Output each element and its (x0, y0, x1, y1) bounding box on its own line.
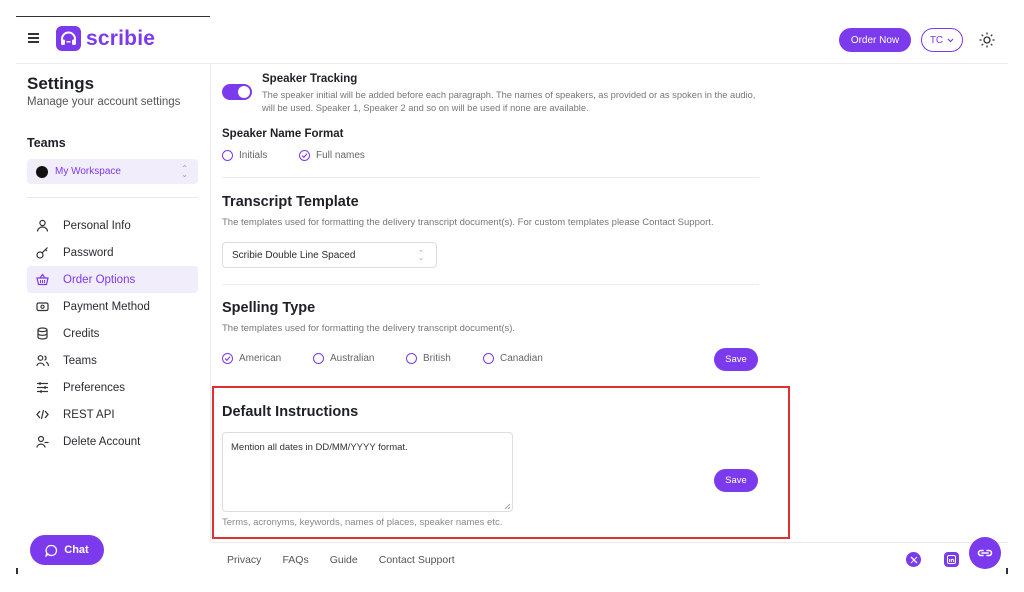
check-icon (224, 356, 231, 362)
teams-heading: Teams (27, 136, 66, 150)
radio-label: Australian (330, 353, 375, 364)
template-select-value: Scribie Double Line Spaced (232, 249, 356, 261)
page-title: Settings (27, 74, 95, 93)
sidebar-item-label: Preferences (63, 381, 126, 394)
radio-button-checked[interactable] (222, 353, 233, 364)
footer-link-contact-support[interactable]: Contact Support (379, 554, 455, 566)
radio-button-checked[interactable] (299, 150, 310, 161)
sliders-icon (35, 381, 49, 395)
radio-option-australian[interactable]: Australian (313, 353, 374, 364)
sidebar-item-label: Password (63, 246, 114, 259)
x-twitter-icon[interactable] (906, 552, 921, 567)
chat-label: Chat (64, 544, 89, 556)
sidebar-item-payment-method[interactable]: Payment Method (27, 293, 198, 320)
footer-link-faqs[interactable]: FAQs (282, 554, 308, 566)
section-divider (222, 284, 759, 285)
spelling-type-title: Spelling Type (222, 300, 316, 316)
window-corner-right (1006, 568, 1008, 574)
footer-link-guide[interactable]: Guide (330, 554, 358, 566)
speaker-tracking-title: Speaker Tracking (262, 73, 358, 85)
radio-button[interactable] (483, 353, 494, 364)
radio-button[interactable] (313, 353, 324, 364)
page-subtitle: Manage your account settings (27, 96, 181, 108)
order-now-button[interactable]: Order Now (839, 28, 911, 52)
key-icon (35, 246, 49, 260)
workspace-avatar (36, 165, 48, 178)
code-icon (35, 408, 49, 422)
user-menu-button[interactable]: TC (921, 28, 963, 52)
user-minus-icon (35, 435, 49, 449)
linkedin-icon[interactable] (944, 552, 959, 567)
menu-icon[interactable] (28, 33, 39, 43)
radio-label: British (423, 353, 451, 364)
sidebar-item-preferences[interactable]: Preferences (27, 374, 198, 401)
select-caret-icon: ⌃ ⌄ (181, 164, 188, 179)
sidebar-item-label: Order Options (63, 273, 136, 286)
section-divider (222, 177, 759, 178)
basket-icon (35, 273, 49, 287)
speaker-name-format-title: Speaker Name Format (222, 128, 344, 140)
chat-bubble-icon (45, 544, 58, 557)
sidebar-item-password[interactable]: Password (27, 239, 198, 266)
logo-text: scribie (86, 26, 156, 50)
radio-option-full-names[interactable]: Full names (299, 150, 365, 161)
select-caret-icon: ⌃ ⌄ (418, 250, 424, 262)
workspace-label: My Workspace (55, 166, 121, 177)
sidebar-divider (27, 197, 198, 198)
top-header: scribie Order Now TC (16, 17, 1008, 63)
sidebar-item-credits[interactable]: Credits (27, 320, 198, 347)
check-icon (301, 153, 308, 159)
sidebar-nav: Personal Info Password Order Options Pay… (27, 212, 198, 455)
radio-label: Canadian (500, 353, 543, 364)
sun-icon[interactable] (978, 31, 996, 49)
user-icon (35, 219, 49, 233)
speaker-tracking-toggle[interactable] (222, 84, 252, 100)
chevron-down-icon (947, 38, 954, 42)
transcript-template-select[interactable]: Scribie Double Line Spaced ⌃ ⌄ (222, 242, 437, 268)
user-initials: TC (929, 34, 944, 46)
chat-button[interactable]: Chat (30, 535, 104, 565)
radio-option-canadian[interactable]: Canadian (483, 353, 543, 364)
spelling-type-description: The templates used for formatting the de… (222, 323, 516, 334)
speaker-tracking-description: The speaker initial will be added before… (262, 90, 756, 113)
sidebar-item-label: Teams (63, 354, 97, 367)
sidebar-divider-vertical (210, 64, 211, 542)
sidebar-item-teams[interactable]: Teams (27, 347, 198, 374)
cash-icon (35, 300, 49, 314)
sidebar-item-personal-info[interactable]: Personal Info (27, 212, 198, 239)
radio-option-british[interactable]: British (406, 353, 451, 364)
spelling-save-button[interactable]: Save (714, 348, 758, 371)
sidebar-item-label: Personal Info (63, 219, 131, 232)
users-icon (35, 354, 49, 368)
footer-divider (211, 542, 1008, 543)
sidebar-item-order-options[interactable]: Order Options (27, 266, 198, 293)
radio-button[interactable] (406, 353, 417, 364)
radio-label: Initials (239, 150, 268, 161)
radio-label: Full names (316, 150, 365, 161)
headphones-icon (56, 26, 81, 51)
radio-option-american[interactable]: American (222, 353, 281, 364)
radio-label: American (239, 353, 282, 364)
logo[interactable]: scribie (56, 26, 155, 51)
sidebar-item-delete-account[interactable]: Delete Account (27, 428, 198, 455)
transcript-template-description: The templates used for formatting the de… (222, 217, 714, 228)
sidebar-item-rest-api[interactable]: REST API (27, 401, 198, 428)
sidebar-item-label: REST API (63, 408, 115, 421)
workspace-select[interactable]: My Workspace ⌃ ⌄ (27, 159, 198, 184)
sidebar-item-label: Delete Account (63, 435, 141, 448)
footer-links: Privacy FAQs Guide Contact Support (227, 554, 476, 566)
sidebar-item-label: Credits (63, 327, 100, 340)
sidebar-item-label: Payment Method (63, 300, 150, 313)
footer-link-privacy[interactable]: Privacy (227, 554, 261, 566)
sidebar: Settings Manage your account settings Te… (16, 64, 210, 565)
radio-button[interactable] (222, 150, 233, 161)
window-corner-left (16, 568, 18, 574)
default-instructions-highlight (212, 386, 790, 539)
floating-action-button[interactable] (969, 537, 1001, 569)
transcript-template-title: Transcript Template (222, 194, 359, 210)
radio-option-initials[interactable]: Initials (222, 150, 267, 161)
infinity-link-icon (977, 549, 993, 557)
database-icon (35, 327, 49, 341)
